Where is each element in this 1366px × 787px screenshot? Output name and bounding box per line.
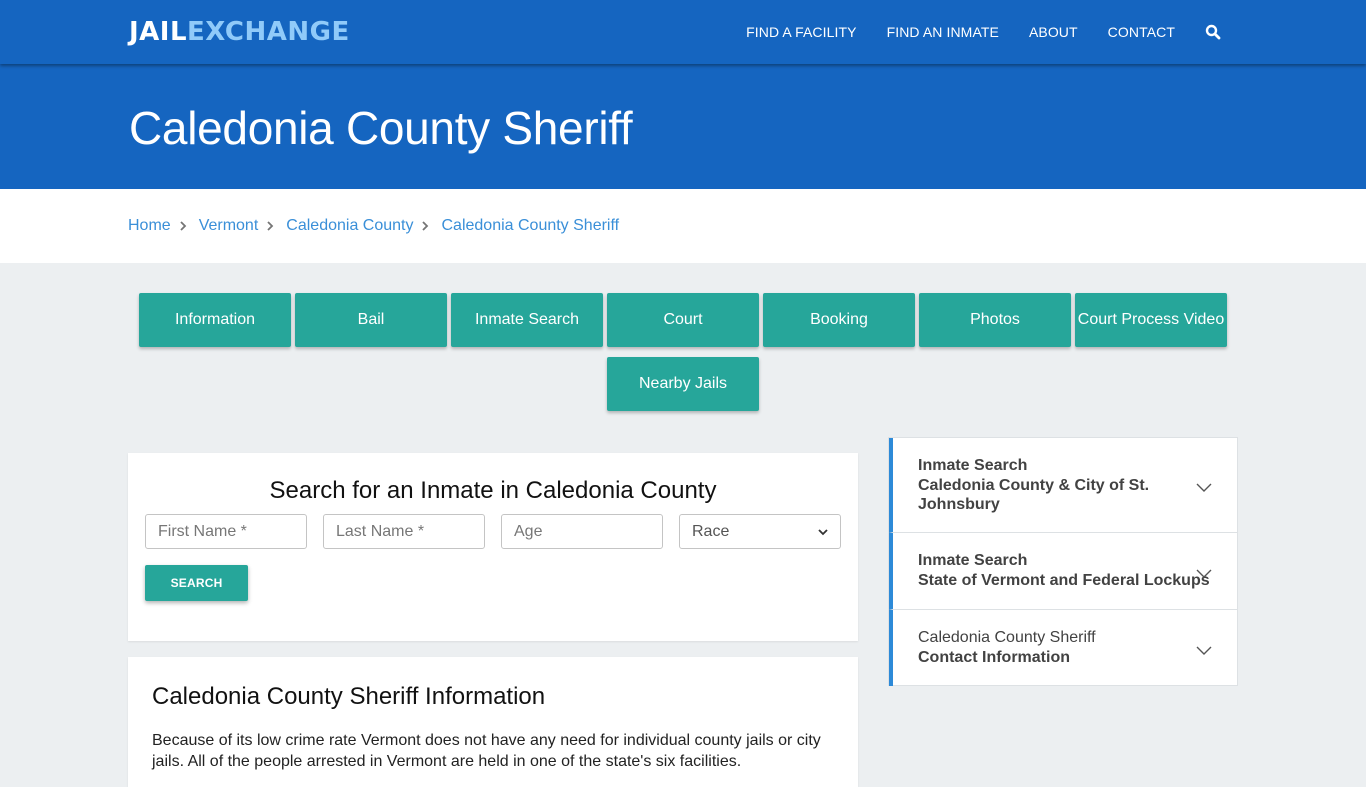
search-card-title: Search for an Inmate in Caledonia County — [269, 477, 717, 504]
last-name-input[interactable] — [323, 514, 485, 549]
chevron-down-icon — [1196, 566, 1212, 578]
logo-part-1: JAIL — [129, 17, 188, 47]
top-navbar: JAILEXCHANGE FIND A FACILITY FIND AN INM… — [0, 0, 1366, 64]
race-select-value: Race — [692, 522, 730, 540]
tab-bail[interactable]: Bail — [295, 293, 447, 347]
accordion-item-subheading: Contact Information — [918, 648, 1070, 666]
accordion-item-heading: Inmate Search — [918, 457, 1028, 474]
inmate-search-card: Search for an Inmate in Caledonia County… — [128, 453, 858, 641]
info-title: Caledonia County Sheriff Information — [152, 683, 546, 710]
chevron-right-icon — [179, 221, 189, 231]
sidebar-accordion: Inmate Search Caledonia County & City of… — [888, 437, 1238, 686]
page-title: Caledonia County Sheriff — [129, 102, 633, 154]
accordion-item-subheading: State of Vermont and Federal Lockups — [918, 571, 1210, 589]
accordion-item-heading: Inmate Search — [918, 552, 1028, 569]
breadcrumb-current[interactable]: Caledonia County Sheriff — [441, 217, 619, 235]
breadcrumb-county[interactable]: Caledonia County — [286, 217, 413, 235]
accordion-item-county-inmate-search[interactable]: Inmate Search Caledonia County & City of… — [889, 438, 1238, 533]
breadcrumb-home[interactable]: Home — [128, 217, 171, 235]
accordion-item-contact-information[interactable]: Caledonia County Sheriff Contact Informa… — [889, 610, 1238, 686]
main-nav: FIND A FACILITY FIND AN INMATE ABOUT CON… — [746, 0, 1366, 64]
search-button[interactable]: SEARCH — [145, 565, 248, 601]
age-input[interactable] — [501, 514, 663, 549]
search-icon[interactable] — [1205, 24, 1221, 40]
tab-photos[interactable]: Photos — [919, 293, 1071, 347]
tab-court[interactable]: Court — [607, 293, 759, 347]
chevron-down-icon — [1196, 480, 1212, 492]
logo-part-2: EXCHANGE — [187, 17, 350, 47]
tab-inmate-search[interactable]: Inmate Search — [451, 293, 603, 347]
nav-contact[interactable]: CONTACT — [1108, 24, 1175, 40]
chevron-down-icon — [818, 523, 828, 541]
accordion-item-state-inmate-search[interactable]: Inmate Search State of Vermont and Feder… — [889, 533, 1238, 610]
chevron-right-icon — [266, 221, 276, 231]
nav-find-facility[interactable]: FIND A FACILITY — [746, 24, 856, 40]
nav-find-inmate[interactable]: FIND AN INMATE — [887, 24, 999, 40]
tab-court-process-video[interactable]: Court Process Video — [1075, 293, 1227, 347]
breadcrumb-state[interactable]: Vermont — [199, 217, 259, 235]
hero-banner: Caledonia County Sheriff — [0, 64, 1366, 189]
site-logo[interactable]: JAILEXCHANGE — [129, 16, 350, 48]
accordion-item-subheading: Caledonia County & City of St. Johnsbury — [918, 476, 1150, 514]
breadcrumb: Home Vermont Caledonia County Caledonia … — [0, 189, 1366, 263]
chevron-down-icon — [1196, 643, 1212, 655]
tab-nearby-jails[interactable]: Nearby Jails — [607, 357, 759, 411]
race-select[interactable]: Race — [679, 514, 841, 549]
first-name-input[interactable] — [145, 514, 307, 549]
tab-information[interactable]: Information — [139, 293, 291, 347]
nav-about[interactable]: ABOUT — [1029, 24, 1078, 40]
info-body: Because of its low crime rate Vermont do… — [152, 732, 821, 770]
tab-booking[interactable]: Booking — [763, 293, 915, 347]
chevron-right-icon — [421, 221, 431, 231]
accordion-item-heading: Caledonia County Sheriff — [918, 629, 1096, 646]
